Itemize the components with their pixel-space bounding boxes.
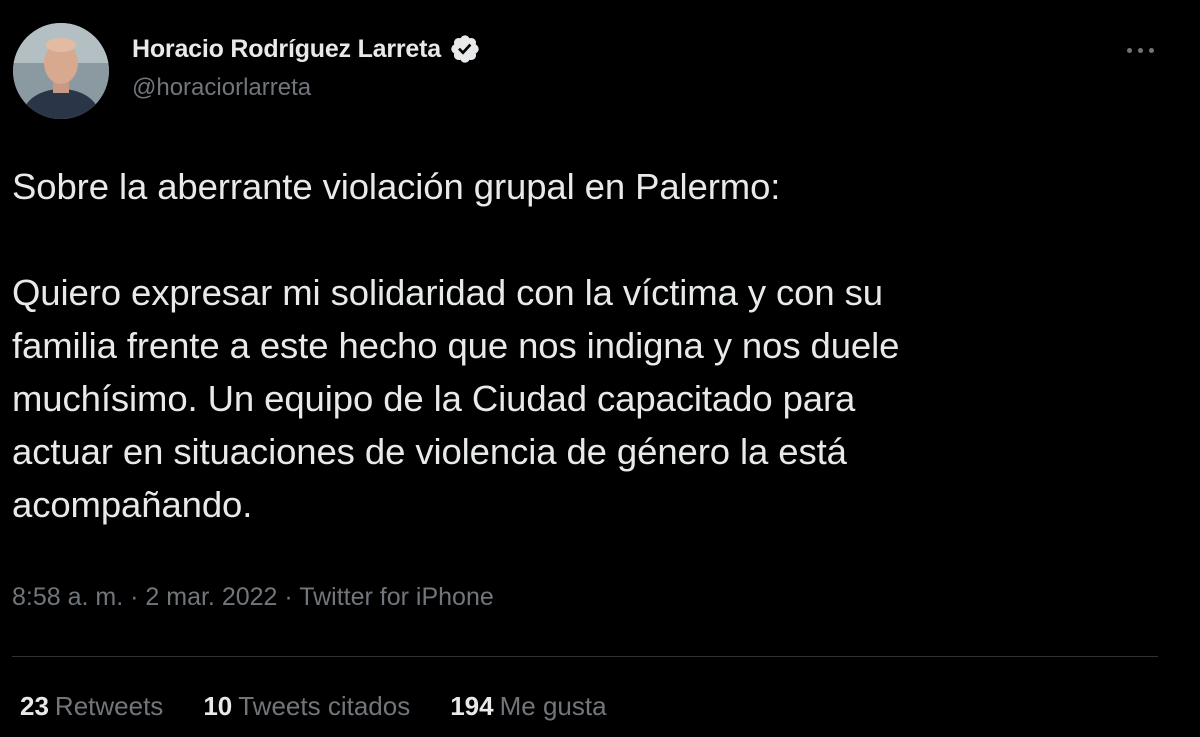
- meta-separator: ·: [284, 583, 293, 611]
- tweet-text: Sobre la aberrante violación grupal en P…: [12, 160, 1182, 531]
- tweet-line: muchísimo. Un equipo de la Ciudad capaci…: [12, 378, 856, 419]
- tweet-time[interactable]: 8:58 a. m.: [12, 583, 123, 611]
- divider: [12, 656, 1158, 657]
- tweet-line: Quiero expresar mi solidaridad con la ví…: [12, 272, 883, 313]
- tweet-line: familia frente a este hecho que nos indi…: [12, 325, 900, 366]
- tweet: Horacio Rodríguez Larreta @horaciorlarre…: [0, 0, 1200, 737]
- author-name[interactable]: Horacio Rodríguez Larreta: [132, 35, 441, 64]
- more-dot-icon: [1148, 47, 1154, 53]
- tweet-line: actuar en situaciones de violencia de gé…: [12, 431, 847, 472]
- tweet-date[interactable]: 2 mar. 2022: [145, 583, 277, 611]
- verified-badge-icon: [449, 33, 481, 65]
- author-handle[interactable]: @horaciorlarreta: [132, 74, 311, 102]
- retweets-stat[interactable]: 23 Retweets: [20, 691, 163, 722]
- tweet-line: acompañando.: [12, 484, 253, 525]
- avatar[interactable]: [13, 23, 109, 119]
- tweet-metadata: 8:58 a. m. · 2 mar. 2022 · Twitter for i…: [12, 583, 494, 612]
- more-options-button[interactable]: [1118, 36, 1162, 64]
- retweets-label: Retweets: [54, 691, 164, 721]
- author-name-row: Horacio Rodríguez Larreta: [132, 32, 481, 66]
- more-dot-icon: [1126, 47, 1132, 53]
- tweet-line: Sobre la aberrante violación grupal en P…: [12, 166, 781, 207]
- likes-label: Me gusta: [499, 691, 607, 721]
- quote-tweets-label: Tweets citados: [238, 691, 411, 721]
- engagement-stats: 23 Retweets 10 Tweets citados 194 Me gusta: [20, 691, 647, 722]
- quote-tweets-count: 10: [203, 691, 233, 721]
- meta-separator: ·: [130, 583, 139, 611]
- retweets-count: 23: [20, 691, 49, 721]
- tweet-source[interactable]: Twitter for iPhone: [299, 583, 494, 611]
- tweet-line-blank: [12, 213, 1182, 266]
- more-dot-icon: [1137, 47, 1143, 53]
- quote-tweets-stat[interactable]: 10 Tweets citados: [203, 691, 410, 722]
- likes-count: 194: [450, 691, 494, 721]
- likes-stat[interactable]: 194 Me gusta: [450, 691, 606, 722]
